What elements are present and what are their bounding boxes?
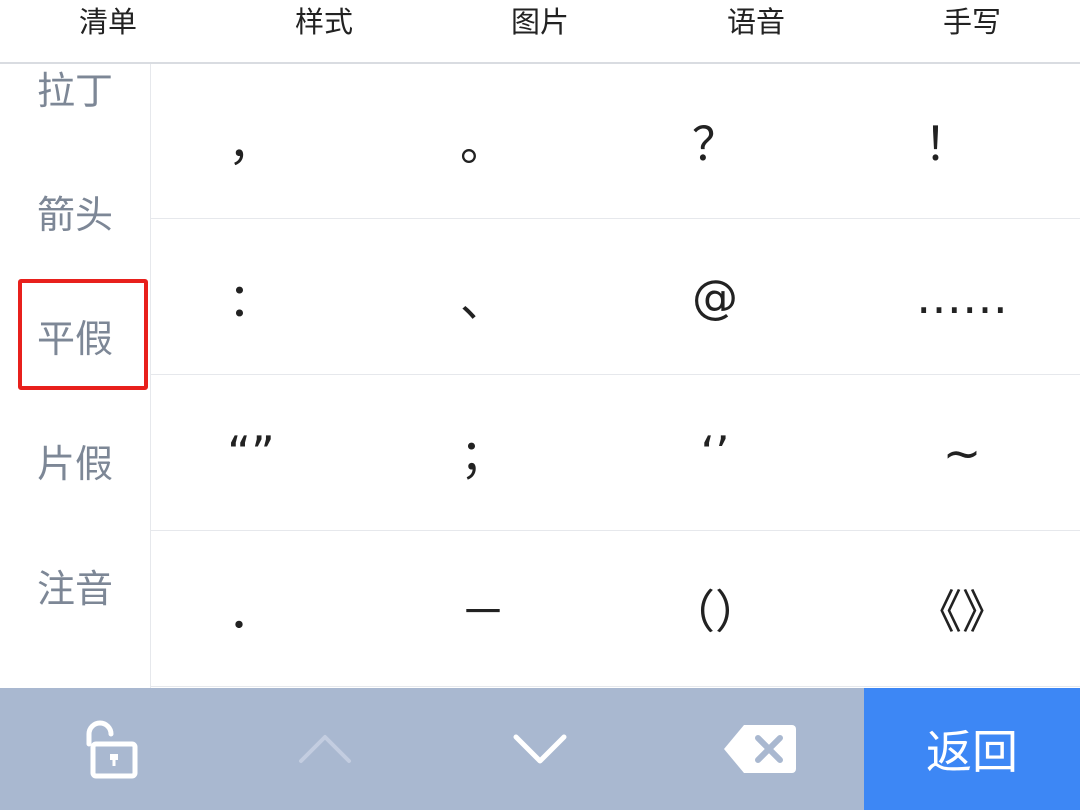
unlock-icon	[86, 720, 138, 779]
sidebar-item-latin[interactable]: 拉丁	[0, 66, 150, 116]
tab-voice[interactable]: 语音	[648, 0, 864, 40]
chevron-up-icon	[299, 735, 351, 763]
sidebar-item-arrows[interactable]: 箭头	[0, 190, 150, 240]
scroll-down-button[interactable]	[470, 688, 610, 810]
tab-image[interactable]: 图片	[432, 0, 648, 40]
tab-handwriting[interactable]: 手写	[864, 0, 1080, 40]
keyboard-control-bar	[0, 688, 864, 810]
sidebar-item-bopomofo[interactable]: 注音	[0, 564, 150, 614]
tab-list[interactable]: 清单	[0, 0, 216, 40]
symbol-category-sidebar: 拉丁 箭头 平假 片假 注音	[0, 64, 151, 688]
symbol-key[interactable]: ；	[383, 376, 583, 530]
symbol-key[interactable]: ~	[847, 376, 1077, 530]
delete-button[interactable]	[690, 688, 830, 810]
symbol-row: ： 、 @ ……	[151, 220, 1080, 375]
symbol-key[interactable]: ，	[151, 64, 351, 218]
symbol-key[interactable]: 、	[383, 220, 583, 374]
symbol-row: ， 。 ？ ！	[151, 64, 1080, 219]
top-tab-bar: 清单 样式 图片 语音 手写	[0, 0, 1080, 64]
symbol-key[interactable]: －	[383, 532, 583, 686]
symbol-key[interactable]: 。	[383, 64, 583, 218]
symbol-key[interactable]: ……	[847, 220, 1077, 374]
lock-button[interactable]	[40, 688, 180, 810]
sidebar-item-katakana[interactable]: 片假	[0, 439, 150, 489]
backspace-icon	[724, 725, 796, 773]
symbol-key[interactable]: ．	[151, 532, 351, 686]
symbol-key[interactable]: ：	[151, 220, 351, 374]
symbol-key[interactable]: ！	[847, 64, 1047, 218]
tab-style[interactable]: 样式	[216, 0, 432, 40]
scroll-up-button[interactable]	[255, 688, 395, 810]
sidebar-item-hiragana[interactable]: 平假	[0, 314, 150, 364]
symbol-key[interactable]: ？	[615, 64, 815, 218]
symbol-grid: ， 。 ？ ！ ： 、 @ …… “” ； ‘’ ~ ． － （） 《》	[151, 64, 1080, 688]
symbol-row: “” ； ‘’ ~	[151, 376, 1080, 531]
return-button[interactable]: 返回	[864, 688, 1080, 810]
symbol-key[interactable]: 《》	[847, 532, 1077, 686]
symbol-key[interactable]: @	[615, 220, 815, 374]
chevron-down-icon	[513, 734, 567, 764]
symbol-key[interactable]: ‘’	[615, 376, 815, 530]
symbol-row: ． － （） 《》	[151, 532, 1080, 687]
symbol-key[interactable]: “”	[151, 376, 351, 530]
symbol-key[interactable]: （）	[615, 532, 815, 686]
